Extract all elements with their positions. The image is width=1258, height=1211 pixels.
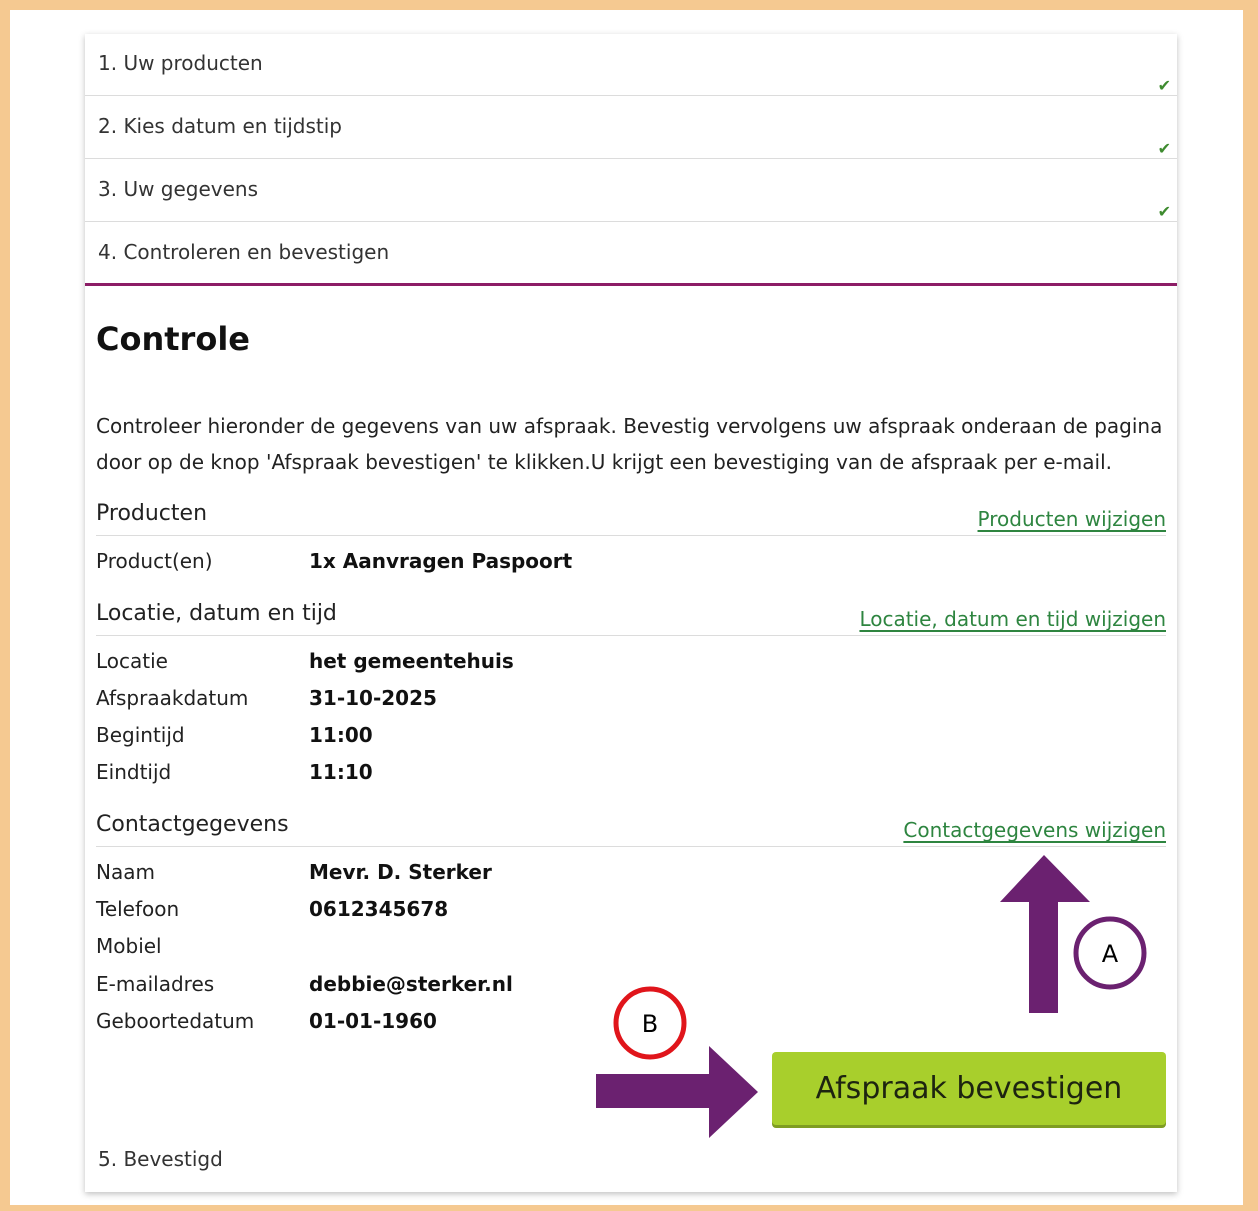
confirm-appointment-button[interactable]: Afspraak bevestigen [772,1052,1166,1125]
row-value: Mevr. D. Sterker [309,860,492,884]
step-label: 4. Controleren en bevestigen [98,240,390,264]
row-label: Geboortedatum [96,1009,255,1033]
section-header-contact: Contactgegevens Contactgegevens wijzigen [96,812,1166,847]
row-label: Mobiel [96,934,162,958]
step-label: 3. Uw gegevens [98,177,259,201]
edit-products-link[interactable]: Producten wijzigen [978,507,1166,531]
row-label: Product(en) [96,549,213,573]
step-1-products[interactable]: 1. Uw producten ✔ [85,34,1177,96]
row-value: 01-01-1960 [309,1009,437,1033]
row-value: 11:10 [309,760,373,784]
check-icon: ✔ [1157,202,1171,221]
step-4-review-confirm: 4. Controleren en bevestigen [85,223,1177,286]
row-value: 11:00 [309,723,373,747]
intro-text: Controleer hieronder de gegevens van uw … [96,414,1163,474]
step-3-details[interactable]: 3. Uw gegevens ✔ [85,160,1177,222]
row-label: E-mailadres [96,972,215,996]
section-title: Producten [96,501,208,526]
row-label: Afspraakdatum [96,686,249,710]
check-icon: ✔ [1157,139,1171,158]
edit-location-link[interactable]: Locatie, datum en tijd wijzigen [859,607,1166,631]
row-value: 31-10-2025 [309,686,437,710]
step-label: 1. Uw producten [98,51,263,75]
row-value: het gemeentehuis [309,649,514,673]
check-icon: ✔ [1157,76,1171,95]
row-label: Telefoon [96,897,180,921]
section-header-location: Locatie, datum en tijd Locatie, datum en… [96,601,1166,636]
step-2-date-time[interactable]: 2. Kies datum en tijdstip ✔ [85,97,1177,159]
section-header-products: Producten Producten wijzigen [96,501,1166,536]
step-label: 2. Kies datum en tijdstip [98,114,343,138]
row-value: debbie@sterker.nl [309,972,513,996]
row-label: Begintijd [96,723,185,747]
row-label: Locatie [96,649,168,673]
section-title: Locatie, datum en tijd [96,601,337,626]
section-title: Contactgegevens [96,812,289,837]
edit-contact-link[interactable]: Contactgegevens wijzigen [903,818,1166,842]
row-value: 1x Aanvragen Paspoort [309,549,573,573]
row-label: Eindtijd [96,760,172,784]
page-title: Controle [96,320,250,358]
appointment-card: 1. Uw producten ✔ 2. Kies datum en tijds… [85,34,1177,1192]
step-5-confirmed: 5. Bevestigd [98,1147,223,1171]
row-value: 0612345678 [309,897,449,921]
row-label: Naam [96,860,155,884]
